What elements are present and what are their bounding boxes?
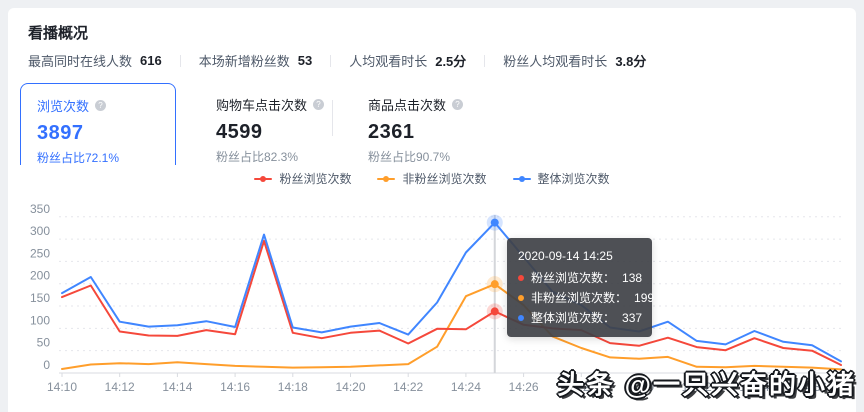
x-axis-label: 14:16 xyxy=(220,380,250,394)
stat-label: 人均观看时长 xyxy=(349,54,428,69)
metric-value: 4599 xyxy=(216,121,263,143)
y-axis-label: 0 xyxy=(43,358,50,372)
y-axis-label: 100 xyxy=(30,313,50,327)
stats-row: 最高同时在线人数 616 本场新增粉丝数 53 人均观看时长 2.5分 粉丝人均观看时长 3.… xyxy=(28,51,646,70)
legend-label: 粉丝浏览次数 xyxy=(279,172,352,186)
y-axis-label: 50 xyxy=(37,336,51,350)
stat-item: 粉丝人均观看时长 3.8分 xyxy=(503,51,646,70)
metric-fan-ratio: 粉丝占比82.3% xyxy=(216,150,299,164)
legend-label: 整体浏览次数 xyxy=(537,172,610,186)
series-line-非粉丝浏览次数 xyxy=(61,283,842,371)
metric-fan-ratio: 粉丝占比72.1% xyxy=(37,151,120,165)
stat-value: 53 xyxy=(297,53,313,68)
metric-tabs: 浏览次数? 3897 粉丝占比72.1% 购物车点击次数? 4599 粉丝占比82.3% 商… xyxy=(20,83,720,165)
stat-value: 616 xyxy=(140,53,162,68)
y-axis-label: 350 xyxy=(30,202,50,216)
x-axis-label: 14:14 xyxy=(162,380,192,394)
y-axis-label: 200 xyxy=(30,269,50,283)
info-icon[interactable]: ? xyxy=(95,100,107,111)
stat-divider xyxy=(179,54,181,67)
metric-tab-cart-clicks[interactable]: 购物车点击次数? 4599 粉丝占比82.3% xyxy=(200,83,325,165)
metric-tab-views[interactable]: 浏览次数? 3897 粉丝占比72.1% xyxy=(20,83,176,165)
x-axis-label: 14:20 xyxy=(335,380,365,394)
metric-value: 2361 xyxy=(368,121,415,143)
series-line-整体浏览次数 xyxy=(61,221,842,363)
metric-label-row: 浏览次数? xyxy=(37,96,175,115)
metric-divider xyxy=(332,100,333,136)
stat-divider xyxy=(484,54,486,67)
legend-dot xyxy=(383,175,390,182)
metric-label-row: 购物车点击次数? xyxy=(216,95,325,114)
page-title: 看播概况 xyxy=(28,25,89,42)
x-axis-label: 14:22 xyxy=(393,380,423,394)
stat-label: 本场新增粉丝数 xyxy=(198,54,290,69)
y-axis-label: 150 xyxy=(30,291,50,305)
legend-item-整体浏览次数[interactable]: 整体浏览次数 xyxy=(512,170,610,187)
series-line-粉丝浏览次数 xyxy=(61,239,842,366)
live-overview-card: 看播概况 最高同时在线人数 616 本场新增粉丝数 53 人均观看时长 2.5分 粉丝人均观… xyxy=(8,8,856,412)
legend-label: 非粉丝浏览次数 xyxy=(402,172,487,186)
metric-label: 浏览次数 xyxy=(37,99,90,114)
watermark: 头条 @一只兴奋的小猪 xyxy=(557,370,856,400)
chart-legend: 粉丝浏览次数 非粉丝浏览次数 整体浏览次数 xyxy=(8,170,856,187)
legend-item-非粉丝浏览次数[interactable]: 非粉丝浏览次数 xyxy=(377,170,487,187)
x-axis-label: 14:10 xyxy=(47,380,77,394)
legend-item-粉丝浏览次数[interactable]: 粉丝浏览次数 xyxy=(254,170,351,187)
x-axis-label: 14:26 xyxy=(509,380,539,394)
x-axis-label: 14:12 xyxy=(105,380,135,394)
x-axis-label: 14:18 xyxy=(278,380,308,394)
views-chart[interactable]: 0 50 100 150 200 250 300 350 14:10 14:12 14:14 14:1… xyxy=(8,195,856,412)
metric-label-row: 商品点击次数? xyxy=(368,95,464,114)
stat-item: 人均观看时长 2.5分 xyxy=(349,51,466,70)
legend-marker xyxy=(254,175,273,182)
y-axis-label: 300 xyxy=(30,224,50,238)
hover-dot xyxy=(490,218,499,227)
y-axis-label: 250 xyxy=(30,246,50,260)
stat-item: 本场新增粉丝数 53 xyxy=(199,51,312,70)
metric-label: 商品点击次数 xyxy=(368,98,447,113)
stat-item: 最高同时在线人数 616 xyxy=(28,51,162,70)
legend-dot xyxy=(518,175,525,182)
metric-tab-product-clicks[interactable]: 商品点击次数? 2361 粉丝占比90.7% xyxy=(352,83,464,165)
stat-divider xyxy=(330,54,332,67)
hover-dot xyxy=(490,280,499,289)
hover-dot xyxy=(490,307,499,316)
legend-marker xyxy=(377,175,396,182)
metric-label: 购物车点击次数 xyxy=(216,98,308,113)
info-icon[interactable]: ? xyxy=(313,99,325,110)
stat-value: 2.5分 xyxy=(435,54,467,69)
stat-label: 最高同时在线人数 xyxy=(28,54,133,69)
x-axis-label: 14:24 xyxy=(451,380,481,394)
metric-fan-ratio: 粉丝占比90.7% xyxy=(368,150,451,164)
info-icon[interactable]: ? xyxy=(452,99,464,110)
legend-marker xyxy=(512,175,531,182)
stat-label: 粉丝人均观看时长 xyxy=(503,54,608,69)
metric-value: 3897 xyxy=(37,122,84,144)
legend-dot xyxy=(260,175,267,182)
stat-value: 3.8分 xyxy=(615,54,647,69)
